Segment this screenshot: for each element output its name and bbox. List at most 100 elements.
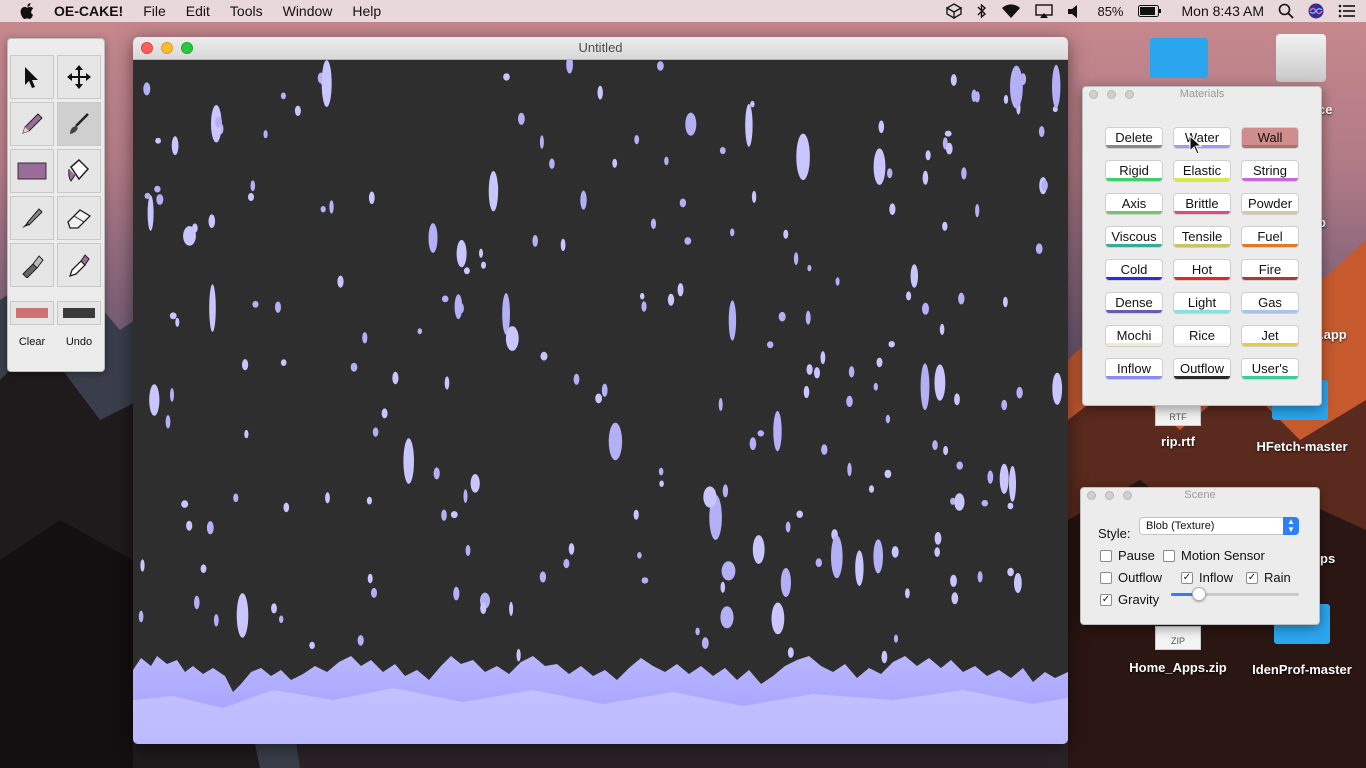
tool-rectangle[interactable]	[10, 149, 54, 193]
tool-knife[interactable]	[10, 196, 54, 240]
material-button-viscous[interactable]: Viscous	[1105, 226, 1163, 248]
material-button-axis[interactable]: Axis	[1105, 193, 1163, 215]
main-window-titlebar[interactable]: Untitled	[133, 37, 1068, 60]
desktop-drive-icon[interactable]	[1274, 34, 1328, 82]
minimize-button[interactable]	[1105, 491, 1114, 500]
desktop-file-rip-rtf[interactable]: RTF rip.rtf	[1140, 404, 1216, 449]
zoom-button[interactable]	[1125, 90, 1134, 99]
material-button-rice[interactable]: Rice	[1173, 325, 1231, 347]
material-button-outflow[interactable]: Outflow	[1173, 358, 1231, 380]
raindrop	[456, 239, 467, 268]
battery-icon[interactable]	[1137, 5, 1162, 17]
outflow-checkbox-box[interactable]	[1100, 571, 1112, 584]
material-button-hot[interactable]: Hot	[1173, 259, 1231, 281]
materials-titlebar[interactable]: Materials	[1083, 87, 1321, 101]
material-button-rigid[interactable]: Rigid	[1105, 160, 1163, 182]
menu-edit[interactable]: Edit	[186, 3, 210, 19]
tool-move[interactable]	[57, 55, 101, 99]
raindrop	[975, 204, 980, 218]
minimize-button[interactable]	[161, 42, 173, 54]
raindrop	[236, 593, 249, 638]
close-button[interactable]	[1087, 491, 1096, 500]
style-select[interactable]: Blob (Texture) ▲ ▼	[1139, 517, 1299, 535]
motion-sensor-checkbox[interactable]: Motion Sensor	[1163, 548, 1265, 563]
zip-file-icon: ZIP	[1155, 626, 1201, 650]
raindrop	[170, 388, 174, 402]
material-button-wall[interactable]: Wall	[1241, 127, 1299, 149]
motion-sensor-checkbox-box[interactable]	[1163, 549, 1175, 562]
raindrop	[767, 341, 774, 349]
raindrop	[233, 493, 239, 503]
clear-button[interactable]: Clear	[10, 332, 54, 352]
material-button-users[interactable]: User's	[1241, 358, 1299, 380]
pause-checkbox-box[interactable]	[1100, 549, 1112, 562]
list-icon[interactable]	[1338, 4, 1356, 18]
rain-checkbox[interactable]: ✓ Rain	[1246, 570, 1291, 585]
menu-tools[interactable]: Tools	[230, 3, 263, 19]
raindrop	[252, 300, 259, 308]
tool-select[interactable]	[10, 55, 54, 99]
tool-brush[interactable]	[57, 102, 101, 146]
gravity-checkbox-box[interactable]: ✓	[1100, 593, 1112, 606]
raindrop	[787, 647, 794, 658]
raindrop	[987, 470, 994, 484]
wifi-icon[interactable]	[1001, 3, 1021, 19]
zoom-button[interactable]	[1123, 491, 1132, 500]
primary-color-swatch[interactable]	[10, 301, 54, 325]
material-button-cold[interactable]: Cold	[1105, 259, 1163, 281]
apple-icon[interactable]	[20, 2, 36, 20]
airplay-icon[interactable]	[1035, 3, 1054, 19]
desktop-folder-top[interactable]	[1148, 38, 1210, 78]
secondary-color-swatch[interactable]	[57, 301, 101, 325]
menu-file[interactable]: File	[143, 3, 166, 19]
tool-eyedropper[interactable]	[57, 243, 101, 287]
tool-fill[interactable]	[57, 149, 101, 193]
undo-button[interactable]: Undo	[57, 332, 101, 352]
material-button-fuel[interactable]: Fuel	[1241, 226, 1299, 248]
inflow-checkbox[interactable]: ✓ Inflow	[1181, 570, 1233, 585]
material-button-elastic[interactable]: Elastic	[1173, 160, 1231, 182]
tool-pencil[interactable]	[10, 102, 54, 146]
volume-icon[interactable]	[1067, 4, 1083, 19]
material-button-mochi[interactable]: Mochi	[1105, 325, 1163, 347]
material-button-fire[interactable]: Fire	[1241, 259, 1299, 281]
close-button[interactable]	[141, 42, 153, 54]
outflow-checkbox[interactable]: Outflow	[1100, 570, 1162, 585]
siri-icon[interactable]	[1308, 3, 1324, 19]
inflow-checkbox-box[interactable]: ✓	[1181, 571, 1193, 584]
desktop-file-home-apps[interactable]: ZIP Home_Apps.zip	[1126, 626, 1230, 675]
raindrop	[612, 158, 618, 168]
menu-help[interactable]: Help	[352, 3, 381, 19]
menu-window[interactable]: Window	[283, 3, 333, 19]
pause-checkbox[interactable]: Pause	[1100, 548, 1155, 563]
material-button-string[interactable]: String	[1241, 160, 1299, 182]
gravity-checkbox[interactable]: ✓ Gravity	[1100, 592, 1159, 607]
material-button-brittle[interactable]: Brittle	[1173, 193, 1231, 215]
tool-flashlight[interactable]	[10, 243, 54, 287]
desktop-icon-label: Home_Apps.zip	[1129, 660, 1227, 675]
material-button-powder[interactable]: Powder	[1241, 193, 1299, 215]
simulation-canvas[interactable]	[133, 60, 1068, 744]
gravity-slider-knob[interactable]	[1192, 587, 1207, 601]
minimize-button[interactable]	[1107, 90, 1116, 99]
gravity-slider[interactable]	[1171, 587, 1299, 601]
zoom-button[interactable]	[181, 42, 193, 54]
material-button-gas[interactable]: Gas	[1241, 292, 1299, 314]
raindrop	[720, 581, 726, 593]
search-icon[interactable]	[1278, 3, 1294, 19]
tool-eraser[interactable]	[57, 196, 101, 240]
material-button-delete[interactable]: Delete	[1105, 127, 1163, 149]
rain-checkbox-box[interactable]: ✓	[1246, 571, 1258, 584]
bluetooth-icon[interactable]	[977, 3, 987, 19]
material-button-dense[interactable]: Dense	[1105, 292, 1163, 314]
material-button-tensile[interactable]: Tensile	[1173, 226, 1231, 248]
material-button-light[interactable]: Light	[1173, 292, 1231, 314]
close-button[interactable]	[1089, 90, 1098, 99]
dropbox-icon[interactable]	[945, 3, 963, 19]
material-button-jet[interactable]: Jet	[1241, 325, 1299, 347]
menu-app-name[interactable]: OE-CAKE!	[54, 3, 123, 19]
material-button-inflow[interactable]: Inflow	[1105, 358, 1163, 380]
scene-titlebar[interactable]: Scene	[1081, 488, 1319, 502]
raindrop	[244, 429, 249, 439]
clock[interactable]: Mon 8:43 AM	[1182, 3, 1265, 19]
